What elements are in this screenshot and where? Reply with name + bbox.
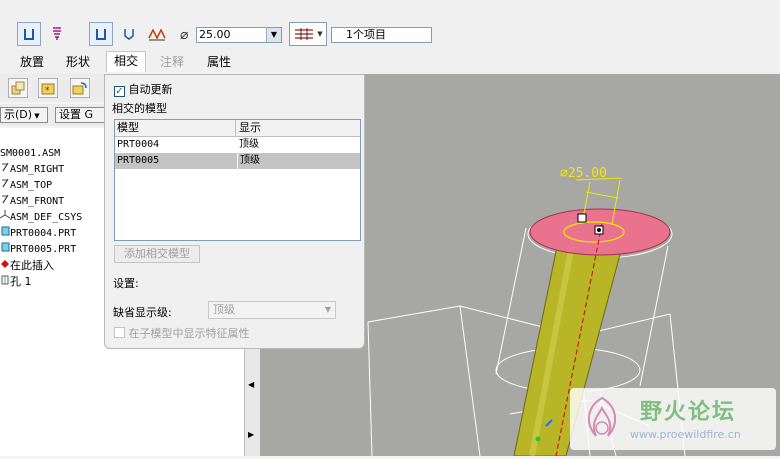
settings-label-text: 设置 <box>113 277 135 290</box>
drag-handle-square <box>577 213 587 223</box>
favorites-tab[interactable]: * <box>38 78 58 98</box>
row-display[interactable]: 顶级 <box>237 137 360 153</box>
tree-item-label: ASM_FRONT <box>10 196 65 207</box>
tree-item-prt0005[interactable]: PRT0005.PRT <box>0 242 76 258</box>
datum-plane-icon <box>0 178 10 194</box>
insert-arrow-icon <box>0 258 10 274</box>
flat-bottom-button[interactable] <box>89 22 113 46</box>
flame-logo-icon <box>587 396 617 437</box>
chevron-left-icon[interactable]: ◀ <box>248 380 254 389</box>
navigator-tab-bar: * <box>0 74 104 102</box>
tree-item-assembly[interactable]: SM0001.ASM <box>0 146 60 162</box>
tab-placement[interactable]: 放置 <box>20 53 44 70</box>
chevron-down-icon: ▼ <box>317 30 323 38</box>
tree-item-label: SM0001.ASM <box>0 148 61 159</box>
tree-item-insert-here[interactable]: 在此插入 <box>0 258 54 274</box>
tree-item-hole[interactable]: 孔 1 <box>0 274 32 290</box>
depth-to-intersect-icon <box>295 28 314 40</box>
settings-button[interactable]: 设置 G <box>55 107 107 123</box>
table-row[interactable]: PRT0004 顶级 <box>115 137 360 153</box>
settings-button-label: 设置 G <box>59 108 94 121</box>
diameter-icon: ⌀ <box>180 27 189 43</box>
tree-item-asm-right[interactable]: ASM_RIGHT <box>0 162 64 178</box>
diameter-dimension-label[interactable]: ⌀25.00 <box>560 166 607 181</box>
show-in-submodel-checkbox[interactable] <box>114 327 125 338</box>
show-in-submodel-row[interactable]: 在子模型中显示特征属性 <box>114 325 250 341</box>
intersect-items-field[interactable]: 1个项目 <box>331 27 432 43</box>
tree-item-label: PRT0005.PRT <box>10 244 77 255</box>
depth-option-button[interactable]: ▼ <box>289 22 327 46</box>
part-icon <box>0 242 10 258</box>
tree-item-label: 在此插入 <box>10 259 54 272</box>
layers-icon <box>11 81 25 95</box>
tree-item-label: 孔 1 <box>10 275 32 288</box>
tree-item-prt0004[interactable]: PRT0004.PRT <box>0 226 76 242</box>
intersect-panel: ✓ 自动更新 相交的模型 模型 显示 PRT0004 顶级 PRT0005 顶级… <box>104 74 365 349</box>
default-level-value: 顶级 <box>213 303 235 316</box>
show-button-label: 示(D) <box>4 108 33 121</box>
default-level-select[interactable]: 顶级 ▼ <box>208 301 336 319</box>
column-header-display[interactable]: 显示 <box>237 120 360 136</box>
drill-point-icon <box>124 29 134 40</box>
flat-bottom-icon <box>96 29 106 40</box>
show-in-submodel-label: 在子模型中显示特征属性 <box>128 327 250 340</box>
sketch-profile-icon <box>148 28 166 41</box>
part-icon <box>0 226 10 242</box>
datum-plane-icon <box>0 162 10 178</box>
chevron-down-icon[interactable]: ▼ <box>266 28 281 42</box>
coordinate-system-icon <box>0 210 11 226</box>
intersect-models-heading: 相交的模型 <box>112 102 167 115</box>
intersect-models-table: 模型 显示 PRT0004 顶级 PRT0005 顶级 <box>114 119 361 241</box>
layer-tree-tab[interactable] <box>8 78 28 98</box>
watermark-url: www.proewildfire.cn <box>630 428 741 441</box>
tab-properties[interactable]: 属性 <box>207 53 231 70</box>
tree-item-asm-csys[interactable]: ASM_DEF_CSYS <box>0 210 82 226</box>
forum-watermark: 野火论坛 www.proewildfire.cn <box>570 388 776 450</box>
tree-item-label: ASM_TOP <box>10 180 53 191</box>
tree-item-label: PRT0004.PRT <box>10 228 77 239</box>
auto-update-checkbox[interactable]: ✓ <box>114 86 125 97</box>
auto-update-label: 自动更新 <box>128 83 173 96</box>
auto-update-row[interactable]: ✓ 自动更新 <box>114 81 173 97</box>
tree-item-asm-front[interactable]: ASM_FRONT <box>0 194 64 210</box>
tab-intersect[interactable]: 相交 <box>106 51 147 72</box>
watermark-title: 野火论坛 <box>640 400 737 425</box>
default-level-label-text: 缺省显示级 <box>113 306 168 319</box>
connections-tab[interactable] <box>70 78 90 98</box>
drill-point-button[interactable] <box>117 22 141 46</box>
table-header: 模型 显示 <box>115 120 360 137</box>
folder-star-icon: * <box>41 83 55 95</box>
settings-label: 设置: <box>113 277 139 290</box>
table-row[interactable]: PRT0005 顶级 <box>115 153 360 169</box>
dashboard-toolbar: ⌀ 25.00 ▼ ▼ 1个项目 放置 形状 相交 注释 属性 <box>0 0 780 74</box>
chevron-right-icon[interactable]: ▶ <box>248 430 254 439</box>
show-button[interactable]: 示(D) ▼ <box>0 107 48 123</box>
tree-item-label: ASM_RIGHT <box>10 164 65 175</box>
chevron-down-icon: ▼ <box>32 112 40 120</box>
column-header-model[interactable]: 模型 <box>115 120 236 136</box>
diameter-value: 25.00 <box>199 28 231 41</box>
add-intersect-model-button[interactable]: 添加相交模型 <box>114 245 200 263</box>
simple-hole-icon <box>24 29 34 40</box>
row-display[interactable]: 顶级 <box>237 153 360 169</box>
diameter-input[interactable]: 25.00 ▼ <box>196 27 282 43</box>
standard-hole-button[interactable] <box>45 22 69 46</box>
datum-plane-icon <box>0 194 10 210</box>
default-level-label: 缺省显示级: <box>113 306 172 319</box>
svg-text:*: * <box>45 86 50 95</box>
sketch-profile-button[interactable] <box>145 22 169 46</box>
row-model: PRT0005 <box>117 155 160 166</box>
standard-hole-icon <box>53 27 61 40</box>
tree-item-label: ASM_DEF_CSYS <box>10 212 83 223</box>
row-model: PRT0004 <box>117 139 160 150</box>
chevron-down-icon: ▼ <box>324 305 331 314</box>
tab-shape[interactable]: 形状 <box>66 53 90 70</box>
simple-hole-button[interactable] <box>17 22 41 46</box>
folder-share-icon <box>72 82 87 95</box>
hole-feature-icon <box>0 274 10 290</box>
tree-item-asm-top[interactable]: ASM_TOP <box>0 178 52 194</box>
tab-note[interactable]: 注释 <box>160 53 184 70</box>
